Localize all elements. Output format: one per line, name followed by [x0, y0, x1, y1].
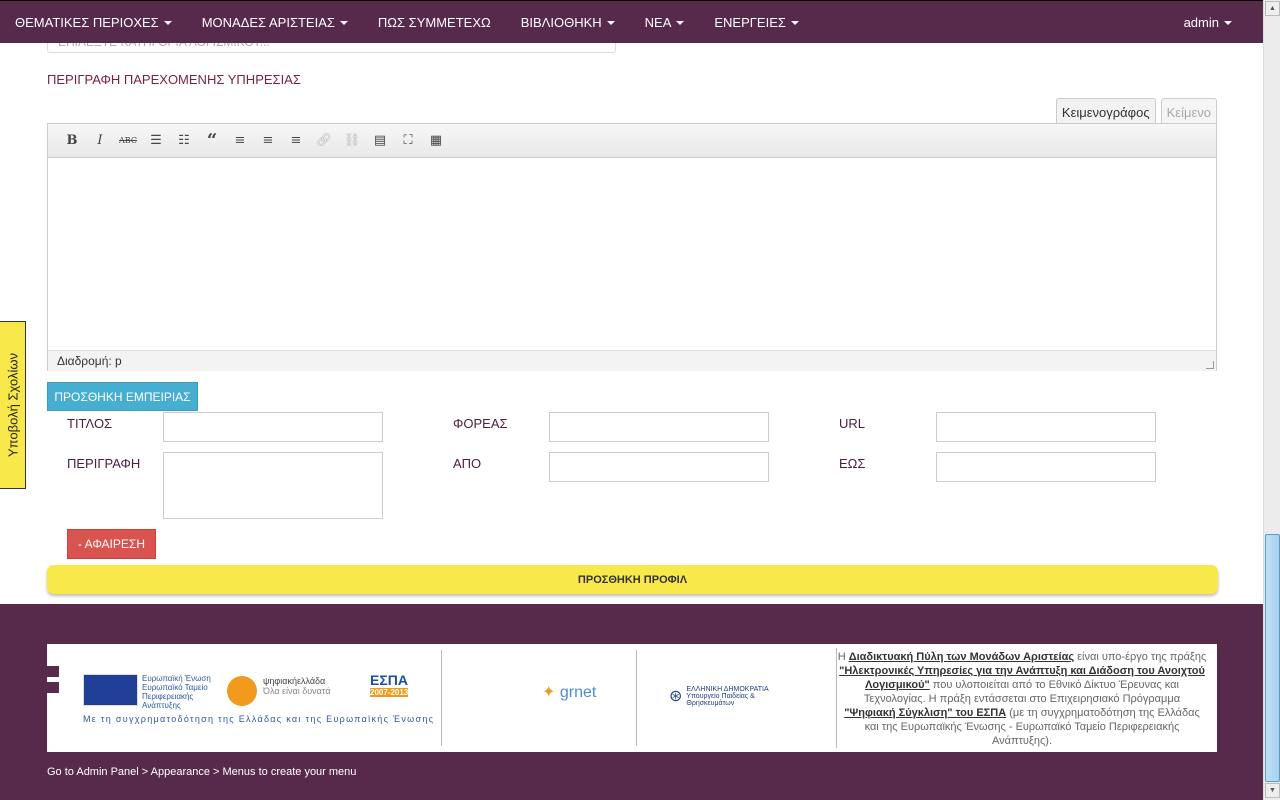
editor-content[interactable] — [48, 158, 1216, 350]
nav-label: ΘΕΜΑΤΙΚΕΣ ΠΕΡΙΟΧΕΣ — [15, 14, 159, 30]
remove-button[interactable]: - ΑΦΑΙΡΕΣΗ — [67, 529, 156, 559]
title-input[interactable] — [163, 412, 383, 442]
project-description: Η Διαδικτυακή Πύλη των Μονάδων Αριστείας… — [837, 651, 1207, 747]
user-name: admin — [1183, 14, 1219, 30]
top-nav: ΘΕΜΑΤΙΚΕΣ ΠΕΡΙΟΧΕΣ ΜΟΝΑΔΕΣ ΑΡΙΣΤΕΙΑΣ ΠΩΣ… — [0, 0, 1263, 43]
tab-visual[interactable]: Κειμενογράφος — [1055, 98, 1156, 124]
caret-down-icon — [1224, 21, 1232, 26]
numbered-list-icon[interactable]: ☷ — [170, 131, 198, 151]
nav-thematic[interactable]: ΘΕΜΑΤΙΚΕΣ ΠΕΡΙΟΧΕΣ — [15, 15, 172, 30]
title-label: ΤΙΤΛΟΣ — [67, 416, 113, 431]
unlink-icon[interactable]: ⛓︎ — [338, 131, 366, 151]
nav-news[interactable]: ΝΕΑ — [645, 15, 685, 30]
url-label: URL — [839, 416, 866, 431]
portal-link[interactable]: Διαδικτυακή Πύλη των Μονάδων Αριστείας — [849, 651, 1074, 663]
description-textarea[interactable] — [163, 452, 383, 519]
espa-logo: ΕΣΠΑ 2007-2013 — [370, 672, 409, 697]
align-left-icon[interactable]: ≡ — [226, 131, 254, 151]
more-tag-icon[interactable]: ▤ — [366, 131, 394, 151]
ministry-logo: ⊛ ΕΛΛΗΝΙΚΗ ΔΗΜΟΚΡΑΤΙΑ Υπουργείο Παιδείας &… — [669, 686, 769, 707]
scroll-up-icon[interactable]: ▲ — [1265, 1, 1280, 16]
align-center-icon[interactable]: ≡ — [254, 131, 282, 151]
fullscreen-icon[interactable]: ⛶ — [394, 131, 422, 151]
divider — [441, 650, 442, 746]
add-profile-button[interactable]: ΠΡΟΣΘΗΚΗ ΠΡΟΦΙΛ — [47, 565, 1218, 594]
nav-library[interactable]: ΒΙΒΛΙΟΘΗΚΗ — [521, 15, 615, 30]
strikethrough-icon[interactable]: ABC — [114, 131, 142, 151]
caret-down-icon — [676, 21, 685, 26]
toolbar-toggle-icon[interactable]: ▦ — [422, 131, 450, 151]
nav-units[interactable]: ΜΟΝΑΔΕΣ ΑΡΙΣΤΕΙΑΣ — [202, 15, 348, 30]
nav-label: ΝΕΑ — [644, 14, 672, 30]
nav-label: ΕΝΕΡΓΕΙΕΣ — [714, 14, 786, 30]
link-icon[interactable]: 🔗︎ — [310, 131, 338, 151]
footer: Ευρωπαϊκή Ένωση Ευρωπαϊκό Ταμείο Περιφερει… — [0, 604, 1263, 800]
caret-down-icon — [790, 21, 799, 26]
caret-down-icon — [339, 21, 348, 26]
italic-icon[interactable]: I — [86, 131, 114, 151]
to-label: ΕΩΣ — [839, 456, 866, 471]
url-input[interactable] — [936, 412, 1156, 442]
description-label: ΠΕΡΙΓΡΑΦΗ ΠΑΡΕΧΟΜΕΝΗΣ ΥΠΗΡΕΣΙΑΣ — [47, 72, 301, 87]
editor-status: Διαδρομή: p — [48, 350, 1216, 371]
caret-down-icon — [606, 21, 615, 26]
sponsors-box: Ευρωπαϊκή Ένωση Ευρωπαϊκό Ταμείο Περιφερει… — [47, 644, 1217, 752]
divider — [636, 650, 637, 746]
align-right-icon[interactable]: ≡ — [282, 131, 310, 151]
resize-grip-icon[interactable] — [1206, 361, 1214, 369]
editor-toolbar: B I ABC ☰ ☷ “ ≡ ≡ ≡ 🔗︎ ⛓︎ ▤ ⛶ ▦ — [48, 124, 1216, 158]
path-label: Διαδρομή: p — [57, 354, 122, 368]
scrollbar-thumb[interactable] — [1265, 534, 1280, 782]
nav-label: ΜΟΝΑΔΕΣ ΑΡΙΣΤΕΙΑΣ — [201, 14, 335, 30]
to-input[interactable] — [936, 452, 1156, 482]
eu-flag-logo — [83, 674, 138, 706]
espa-link[interactable]: "Ψηφιακή Σύγκλιση" του ΕΣΠΑ — [844, 707, 1006, 719]
nav-participate[interactable]: ΠΩΣ ΣΥΜΜΕΤΕΧΩ — [378, 15, 491, 30]
caret-down-icon — [163, 21, 172, 26]
notch — [47, 666, 59, 677]
scroll-down-icon[interactable]: ▼ — [1265, 783, 1280, 798]
org-input[interactable] — [549, 412, 769, 442]
add-experience-button[interactable]: ΠΡΟΣΘΗΚΗ ΕΜΠΕΙΡΙΑΣ — [47, 382, 198, 411]
nav-label: ΠΩΣ ΣΥΜΜΕΤΕΧΩ — [377, 14, 491, 30]
digital-greece-text: ψηφιακήελλάδα Όλα είναι δυνατά — [263, 676, 331, 696]
eu-text: Ευρωπαϊκή Ένωση Ευρωπαϊκό Ταμείο Περιφερει… — [142, 674, 211, 710]
nav-actions[interactable]: ΕΝΕΡΓΕΙΕΣ — [714, 15, 799, 30]
cofunding-slogan: Με τη συγχρηματοδότηση της Ελλάδας και τ… — [83, 714, 435, 724]
scrollbar[interactable]: ▲ ▼ — [1263, 0, 1280, 800]
nav-label: ΒΙΒΛΙΟΘΗΚΗ — [520, 14, 602, 30]
blockquote-icon[interactable]: “ — [198, 130, 226, 151]
menu-note: Go to Admin Panel > Appearance > Menus t… — [47, 766, 357, 778]
bold-icon[interactable]: B — [58, 131, 86, 151]
user-menu[interactable]: admin — [1184, 15, 1232, 30]
feedback-tab[interactable]: Υποβολή Σχολίων — [0, 321, 26, 489]
digital-greece-logo — [227, 676, 257, 706]
notch — [47, 682, 59, 693]
from-label: ΑΠΟ — [453, 456, 482, 471]
from-input[interactable] — [549, 452, 769, 482]
grnet-logo: ✦ grnet — [542, 684, 597, 701]
bullet-list-icon[interactable]: ☰ — [142, 131, 170, 151]
rich-text-editor: B I ABC ☰ ☷ “ ≡ ≡ ≡ 🔗︎ ⛓︎ ▤ ⛶ ▦ Διαδρομή… — [47, 123, 1217, 371]
description-field-label: ΠΕΡΙΓΡΑΦΗ — [67, 456, 141, 471]
org-label: ΦΟΡΕΑΣ — [453, 416, 508, 431]
tab-text[interactable]: Κείμενο — [1160, 98, 1217, 124]
feedback-label: Υποβολή Σχολίων — [5, 352, 20, 458]
